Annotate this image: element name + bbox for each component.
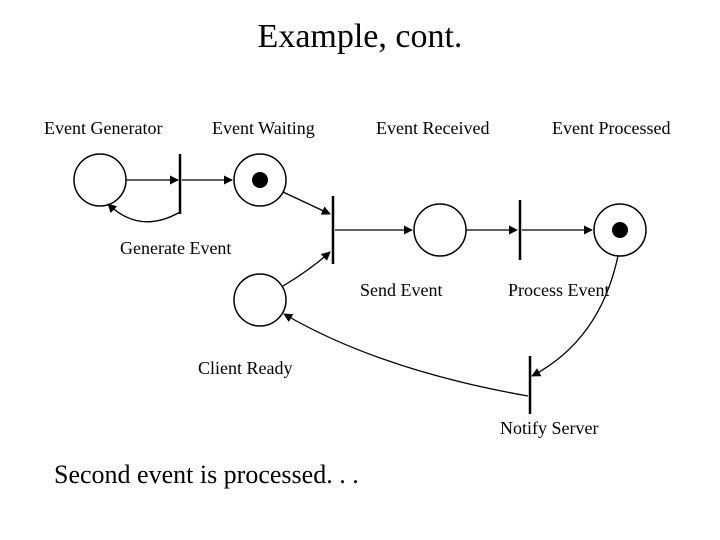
petri-net-diagram: [0, 0, 720, 540]
place-client-ready: [234, 274, 286, 326]
place-event-generator: [74, 154, 126, 206]
token-event-processed: [612, 222, 628, 238]
arc-ew-to-se: [283, 192, 330, 214]
arc-ge-to-eg: [108, 204, 180, 222]
arc-cr-to-se: [283, 252, 330, 286]
place-event-received: [414, 204, 466, 256]
arc-ns-to-cr: [284, 314, 528, 396]
arc-ep-to-ns: [532, 256, 618, 376]
token-event-waiting: [252, 172, 268, 188]
